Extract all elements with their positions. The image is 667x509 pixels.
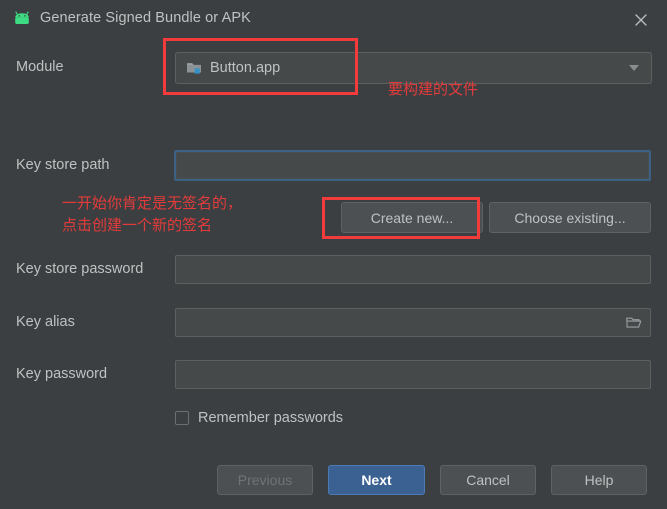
remember-passwords-label: Remember passwords [198, 410, 344, 426]
key-store-password-input[interactable] [175, 255, 651, 284]
next-button[interactable]: Next [328, 465, 425, 495]
key-alias-label: Key alias [16, 314, 75, 330]
close-icon[interactable] [629, 8, 653, 32]
annotation-text-create-new-line2: 点击创建一个新的签名 [62, 216, 213, 234]
key-store-password-label: Key store password [16, 261, 144, 277]
remember-passwords-checkbox[interactable]: Remember passwords [175, 410, 343, 426]
chevron-down-icon[interactable] [629, 65, 639, 71]
folder-open-icon[interactable] [626, 316, 642, 330]
generate-signed-bundle-dialog: Generate Signed Bundle or APK Module But… [0, 0, 667, 509]
module-combobox[interactable]: Button.app [175, 52, 652, 84]
title-bar: Generate Signed Bundle or APK [0, 0, 667, 38]
create-new-button[interactable]: Create new... [341, 202, 483, 233]
key-password-label: Key password [16, 366, 108, 382]
module-label: Module [16, 59, 64, 75]
previous-button[interactable]: Previous [217, 465, 313, 495]
key-store-path-input[interactable] [174, 150, 651, 181]
key-password-input[interactable] [175, 360, 651, 389]
key-store-path-label: Key store path [16, 157, 110, 173]
module-folder-icon [186, 60, 204, 76]
module-selected-value: Button.app [210, 60, 281, 76]
android-robot-icon [13, 11, 33, 27]
key-alias-input[interactable] [175, 308, 651, 337]
checkbox-icon[interactable] [175, 411, 189, 425]
dialog-title: Generate Signed Bundle or APK [40, 10, 251, 26]
cancel-button[interactable]: Cancel [440, 465, 536, 495]
choose-existing-button[interactable]: Choose existing... [489, 202, 651, 233]
annotation-text-create-new-line1: 一开始你肯定是无签名的， [62, 194, 243, 212]
help-button[interactable]: Help [551, 465, 647, 495]
